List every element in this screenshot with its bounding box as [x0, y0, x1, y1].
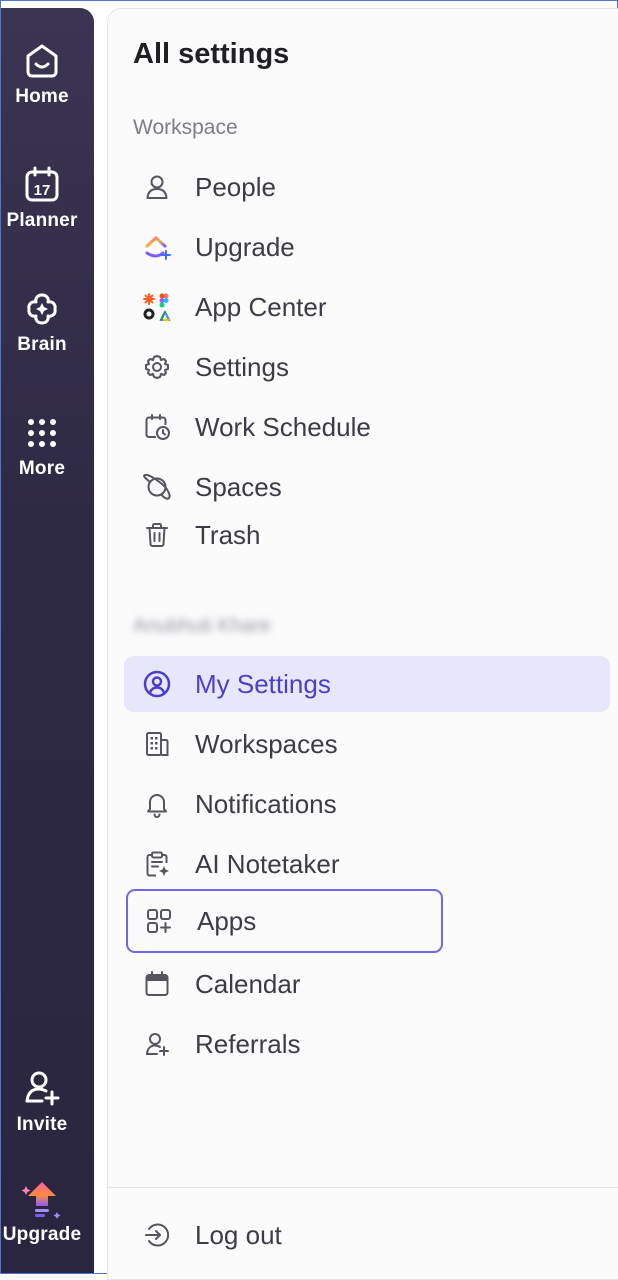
- menu-item-label: Workspaces: [195, 728, 338, 759]
- rail-planner[interactable]: 17 Planner: [1, 166, 83, 232]
- logout-button[interactable]: Log out: [124, 1207, 610, 1263]
- menu-item-people[interactable]: People: [124, 159, 610, 215]
- menu-item-trash[interactable]: Trash: [124, 507, 610, 563]
- calendar-clock-icon: [142, 412, 172, 442]
- rail-home-label: Home: [15, 86, 69, 107]
- upgrade-arrow-icon: [21, 1182, 61, 1219]
- left-rail: Home 17 Planner Brain More Invite Upgrad…: [1, 8, 94, 1273]
- clipboard-sparkle-icon: [142, 849, 172, 879]
- menu-item-referrals[interactable]: Referrals: [124, 1016, 610, 1072]
- menu-item-settings[interactable]: Settings: [124, 339, 610, 395]
- brain-icon: [27, 293, 57, 325]
- menu-item-my-settings[interactable]: My Settings: [124, 656, 610, 712]
- menu-item-label: People: [195, 171, 276, 202]
- planet-icon: [142, 472, 172, 502]
- menu-item-label: Calendar: [195, 968, 301, 999]
- rail-brain[interactable]: Brain: [1, 290, 83, 356]
- rail-invite-label: Invite: [16, 1114, 68, 1135]
- menu-item-ai-notetaker[interactable]: AI Notetaker: [124, 836, 610, 892]
- menu-item-calendar[interactable]: Calendar: [124, 956, 610, 1012]
- menu-item-label: Notifications: [195, 788, 337, 819]
- menu-item-upgrade[interactable]: Upgrade: [124, 219, 610, 275]
- app-center-icon: [142, 292, 172, 322]
- bell-icon: [142, 789, 172, 819]
- menu-item-label: My Settings: [195, 668, 331, 699]
- rail-home[interactable]: Home: [1, 42, 83, 108]
- menu-item-label: Upgrade: [195, 231, 295, 262]
- page-title: All settings: [133, 38, 290, 70]
- rail-planner-label: Planner: [6, 210, 78, 231]
- rail-upgrade[interactable]: Upgrade: [1, 1178, 83, 1246]
- trash-icon: [142, 520, 172, 550]
- rail-invite[interactable]: Invite: [1, 1068, 83, 1136]
- apps-plus-icon: [144, 906, 174, 936]
- footer-divider: [108, 1187, 618, 1188]
- menu-item-app-center[interactable]: App Center: [124, 279, 610, 335]
- logout-label: Log out: [195, 1219, 282, 1250]
- calendar-icon: [142, 969, 172, 999]
- menu-item-apps[interactable]: Apps: [126, 889, 443, 953]
- rail-brain-label: Brain: [17, 334, 67, 355]
- person-icon: [142, 172, 172, 202]
- person-plus-icon: [142, 1029, 172, 1059]
- clickup-upgrade-icon: [142, 232, 172, 262]
- workspace-section-heading: Workspace: [133, 116, 238, 139]
- gear-icon: [142, 352, 172, 382]
- calendar-date-icon: 17: [25, 166, 59, 202]
- menu-item-label: Trash: [195, 519, 261, 550]
- menu-item-workspaces[interactable]: Workspaces: [124, 716, 610, 772]
- menu-item-label: Spaces: [195, 471, 282, 502]
- menu-item-label: Apps: [197, 905, 257, 936]
- menu-item-label: Work Schedule: [195, 411, 371, 442]
- user-circle-icon: [142, 669, 172, 699]
- menu-item-notifications[interactable]: Notifications: [124, 776, 610, 832]
- invite-user-icon: [25, 1071, 60, 1106]
- menu-item-label: Settings: [195, 351, 289, 382]
- building-icon: [142, 729, 172, 759]
- planner-date: 17: [34, 182, 51, 199]
- menu-item-label: Referrals: [195, 1028, 301, 1059]
- menu-item-label: AI Notetaker: [195, 848, 340, 879]
- rail-more[interactable]: More: [1, 414, 83, 480]
- menu-item-label: App Center: [195, 291, 327, 322]
- rail-upgrade-label: Upgrade: [2, 1224, 82, 1245]
- user-section-heading: Anubhuti Khare: [133, 615, 271, 637]
- dots-grid-icon: [28, 419, 56, 447]
- logout-icon: [142, 1220, 172, 1250]
- home-icon: [26, 44, 58, 78]
- rail-more-label: More: [18, 458, 66, 479]
- menu-item-work-schedule[interactable]: Work Schedule: [124, 399, 610, 455]
